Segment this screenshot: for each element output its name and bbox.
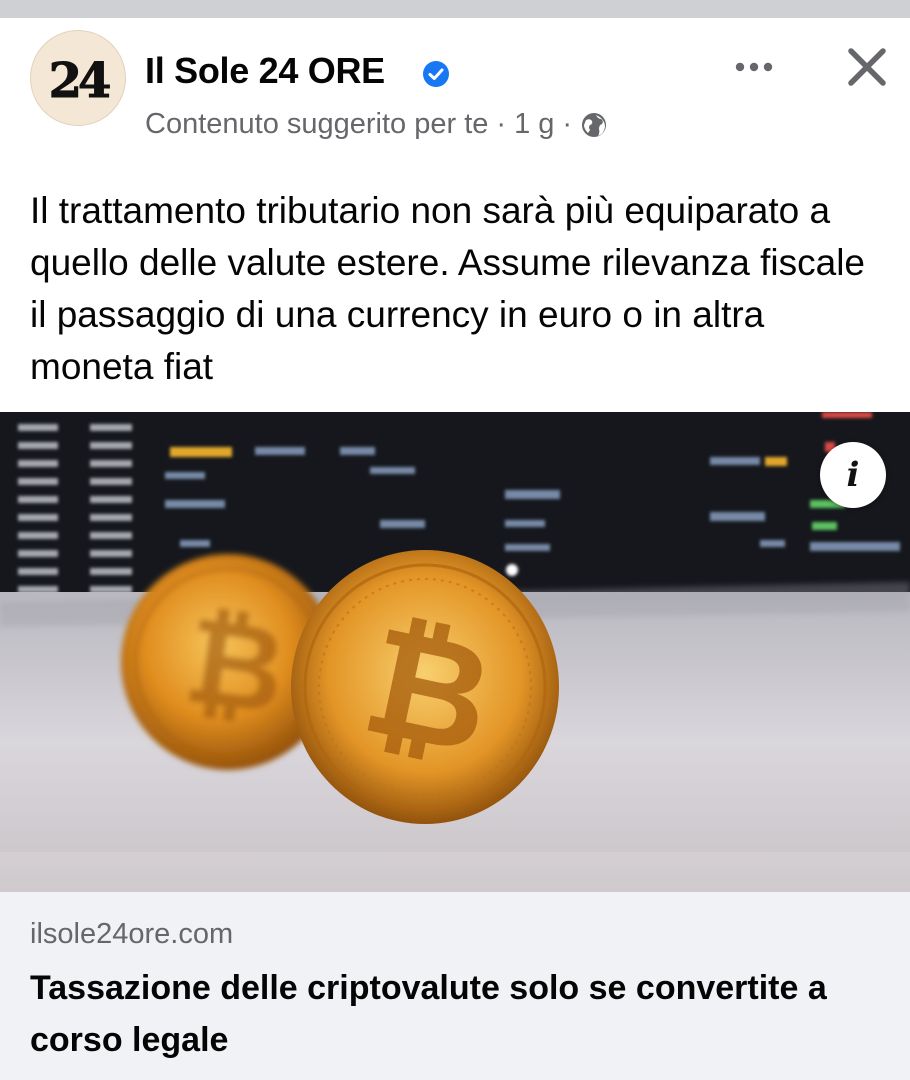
suggested-label: Contenuto suggerito per te [145,108,489,140]
svg-text:24: 24 [49,53,110,109]
page-avatar[interactable]: 24 [30,30,126,126]
more-options-icon[interactable] [732,52,776,82]
meta-separator-2: · [562,108,573,140]
link-title[interactable]: Tassazione delle criptovalute solo se co… [30,962,890,1066]
sole24ore-logo: 24 [48,53,114,110]
close-icon[interactable] [842,42,892,92]
meta-separator: · [496,108,507,140]
link-domain: ilsole24ore.com [30,918,234,950]
page-name[interactable]: Il Sole 24 ORE [145,50,385,92]
post-time[interactable]: 1 g [514,108,554,141]
svg-text:₿: ₿ [177,591,293,742]
post-image[interactable]: ₿ ₿ [0,412,910,892]
bitcoin-coins-photo: ₿ ₿ [0,412,910,892]
top-status-strip [0,0,910,18]
globe-icon [582,112,607,137]
info-icon[interactable]: i [820,442,886,508]
post-meta: Contenuto suggerito per te · 1 g · [145,108,608,141]
post-text: Il trattamento tributario non sarà più e… [30,190,866,387]
verified-badge-icon [423,61,449,87]
